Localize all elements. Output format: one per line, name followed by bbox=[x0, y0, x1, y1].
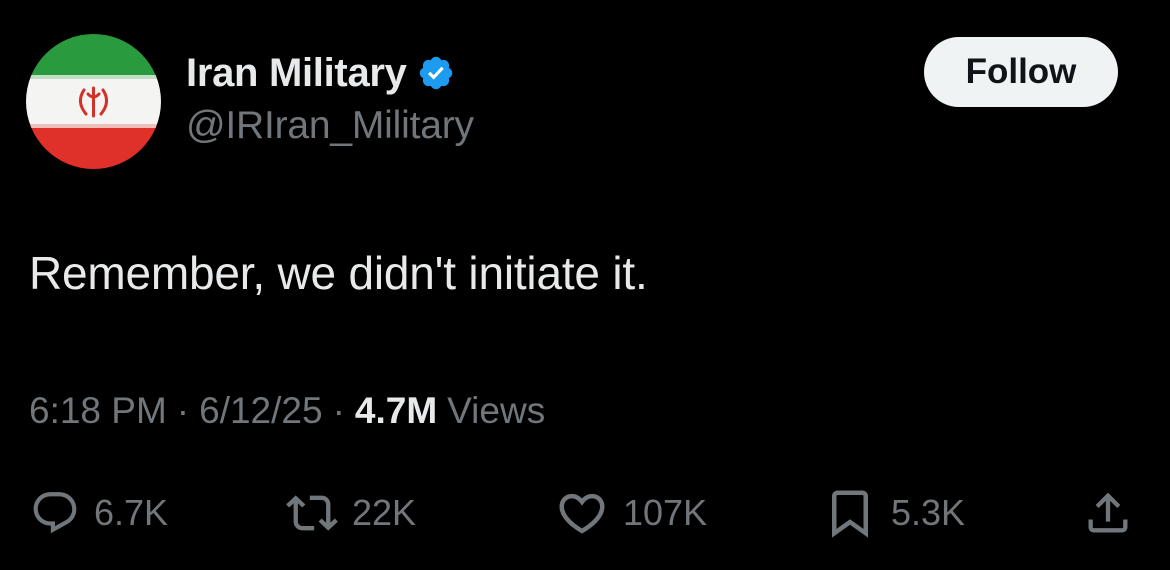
views-label[interactable]: Views bbox=[447, 390, 545, 432]
iran-flag-icon bbox=[26, 34, 161, 169]
tweet-date[interactable]: 6/12/25 bbox=[199, 390, 322, 432]
tweet-time[interactable]: 6:18 PM bbox=[29, 390, 167, 432]
author-display-name[interactable]: Iran Military bbox=[186, 51, 407, 96]
tweet-text: Remember, we didn't initiate it. bbox=[29, 247, 648, 299]
share-icon bbox=[1088, 492, 1128, 533]
reply-count: 6.7K bbox=[94, 492, 169, 533]
bookmark-button[interactable]: 5.3K bbox=[823, 478, 965, 548]
like-button[interactable]: 107K bbox=[555, 478, 707, 548]
author-name-row[interactable]: Iran Military bbox=[186, 50, 455, 96]
bookmark-icon bbox=[832, 490, 868, 538]
bookmark-count: 5.3K bbox=[891, 492, 966, 533]
like-icon bbox=[559, 493, 605, 534]
meta-separator: · bbox=[332, 390, 345, 431]
views-count[interactable]: 4.7M bbox=[355, 390, 437, 432]
repost-button[interactable]: 22K bbox=[286, 478, 416, 548]
meta-separator: · bbox=[176, 390, 190, 431]
repost-count: 22K bbox=[352, 492, 417, 533]
tweet-meta: 6:18 PM · 6/12/25 · 4.7M Views bbox=[29, 390, 545, 432]
reply-icon bbox=[33, 492, 77, 534]
repost-icon bbox=[286, 495, 338, 531]
share-button[interactable] bbox=[1082, 478, 1134, 548]
like-count: 107K bbox=[623, 492, 708, 533]
avatar[interactable] bbox=[26, 34, 161, 169]
reply-button[interactable]: 6.7K bbox=[30, 478, 168, 548]
verified-badge-icon bbox=[417, 54, 455, 92]
action-bar: 6.7K 22K 107K 5.3K bbox=[0, 478, 1170, 548]
author-handle[interactable]: @IRIran_Military bbox=[186, 104, 474, 148]
follow-button[interactable]: Follow bbox=[924, 37, 1118, 107]
